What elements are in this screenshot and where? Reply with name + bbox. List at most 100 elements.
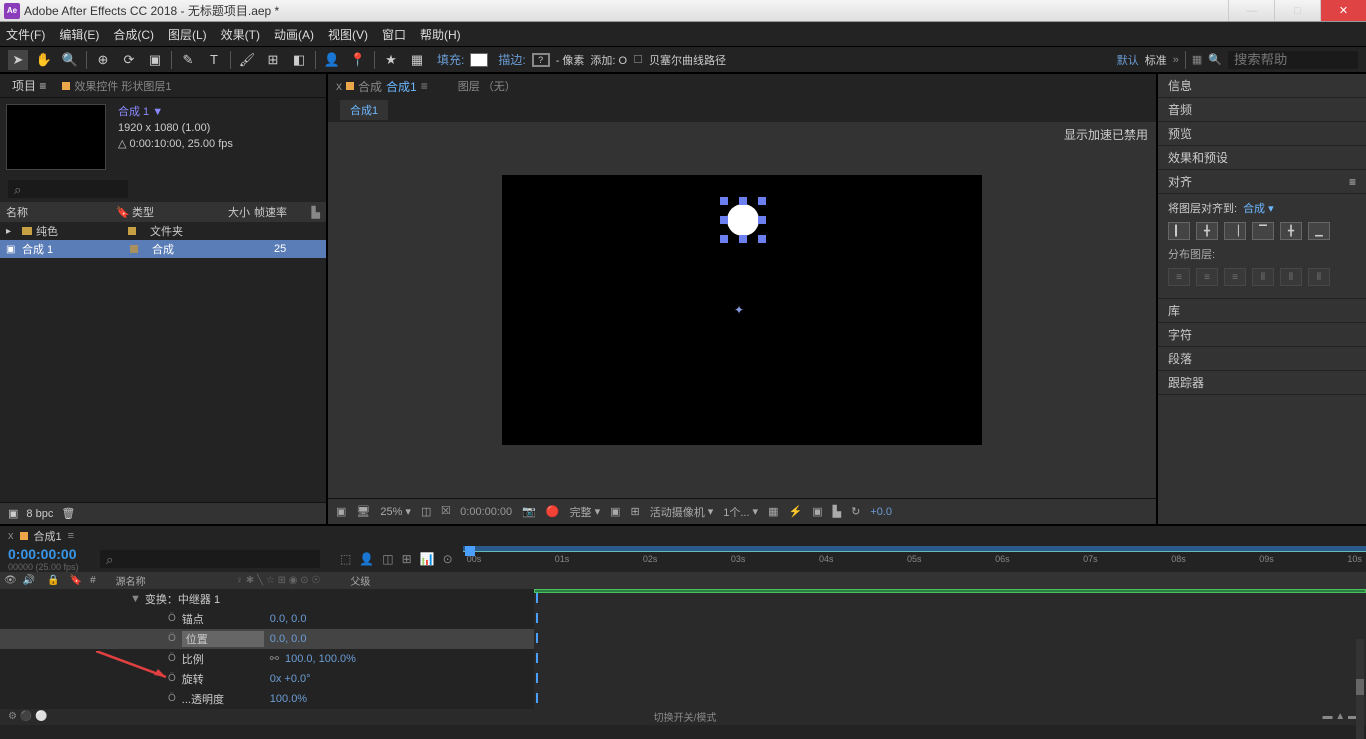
- zoom-level[interactable]: 25% ▾: [380, 505, 411, 518]
- align-hcenter[interactable]: ╋: [1196, 222, 1218, 240]
- tag-icon[interactable]: 🔖: [70, 575, 82, 586]
- layer-tab[interactable]: 图层 （无）: [458, 78, 516, 94]
- reset-icon[interactable]: ↻: [851, 505, 860, 518]
- clone-tool[interactable]: ⊞: [263, 50, 283, 70]
- align-top[interactable]: ▔: [1252, 222, 1274, 240]
- hand-tool[interactable]: ✋: [34, 50, 54, 70]
- grid-icon[interactable]: ▦: [407, 50, 427, 70]
- exposure[interactable]: +0.0: [870, 506, 892, 518]
- star-tool[interactable]: ★: [381, 50, 401, 70]
- close-tab-icon[interactable]: x: [8, 530, 14, 542]
- minimize-button[interactable]: —: [1228, 0, 1274, 21]
- motion-blur-icon[interactable]: ⊞: [402, 552, 412, 566]
- help-search[interactable]: [1228, 51, 1358, 69]
- shy-icon[interactable]: 👤: [359, 552, 374, 566]
- close-button[interactable]: ✕: [1320, 0, 1366, 21]
- playhead[interactable]: [465, 546, 475, 556]
- stopwatch-icon[interactable]: Ö: [168, 673, 176, 684]
- tab-effects[interactable]: 效果控件 形状图层1: [62, 78, 171, 94]
- fast-icon[interactable]: ⚡: [788, 505, 802, 518]
- eye-icon[interactable]: 👁: [4, 575, 17, 586]
- anchor-icon[interactable]: ✦: [734, 303, 744, 317]
- camera-tool[interactable]: ▣: [145, 50, 165, 70]
- crumb-item[interactable]: 合成1: [340, 100, 388, 120]
- puppet-tool[interactable]: 📍: [348, 50, 368, 70]
- orbit-tool[interactable]: ⊕: [93, 50, 113, 70]
- comp-tab[interactable]: x 合成 合成1 ≡: [336, 78, 428, 95]
- view-layout-icon[interactable]: ▣: [336, 505, 346, 518]
- timeline-layers[interactable]: ▼ 变换：中继器 1 Ö 锚点 0.0, 0.0 Ö 位置 0.0, 0.0 Ö…: [0, 589, 534, 709]
- panel-preview[interactable]: 预览: [1158, 122, 1366, 146]
- stopwatch-icon[interactable]: Ö: [168, 613, 176, 624]
- views-dropdown[interactable]: 1个... ▾: [723, 504, 758, 520]
- menu-edit[interactable]: 编辑(E): [59, 26, 99, 43]
- resolution-dropdown[interactable]: 完整 ▾: [570, 504, 601, 520]
- stroke-color[interactable]: ?: [532, 53, 550, 67]
- panel-character[interactable]: 字符: [1158, 323, 1366, 347]
- add-label[interactable]: 添加: O: [590, 52, 627, 68]
- prop-rotation[interactable]: Ö 旋转 0x +0.0°: [0, 669, 534, 689]
- collapse-icon[interactable]: ⊙: [443, 552, 453, 566]
- workspace-standard[interactable]: 标准: [1145, 52, 1167, 68]
- col-parent[interactable]: 父级: [350, 573, 370, 588]
- zoom-out-icon[interactable]: ▬ ▲ ▬: [1323, 711, 1358, 722]
- pixel-icon[interactable]: ▦: [768, 505, 778, 518]
- menu-layer[interactable]: 图层(L): [168, 26, 207, 43]
- col-source[interactable]: 源名称: [116, 573, 146, 588]
- panel-info[interactable]: 信息: [1158, 74, 1366, 98]
- hier-icon[interactable]: ▙: [833, 505, 841, 518]
- comp-viewer[interactable]: 显示加速已禁用 ✦: [328, 122, 1156, 498]
- zoom-slider[interactable]: [1356, 639, 1364, 739]
- lock-icon[interactable]: 🔒: [47, 575, 59, 586]
- brush-tool[interactable]: 🖌: [237, 50, 257, 70]
- monitor-icon[interactable]: 🖥: [356, 505, 370, 518]
- comp-name[interactable]: 合成 1 ▼: [118, 104, 233, 120]
- align-to-dropdown[interactable]: 合成 ▾: [1243, 200, 1274, 216]
- prop-scale[interactable]: Ö 比例 ⚯ 100.0, 100.0%: [0, 649, 534, 669]
- timeline-tab[interactable]: 合成1: [34, 528, 62, 544]
- maximize-button[interactable]: □: [1274, 0, 1320, 21]
- menu-effect[interactable]: 效果(T): [221, 26, 260, 43]
- 3d-icon[interactable]: ▣: [812, 505, 822, 518]
- menu-comp[interactable]: 合成(C): [113, 26, 154, 43]
- fill-color[interactable]: [470, 53, 488, 67]
- layer-search[interactable]: [100, 550, 320, 568]
- bpc-button[interactable]: 8 bpc: [26, 508, 53, 520]
- project-search[interactable]: [8, 180, 128, 198]
- col-tag[interactable]: 🔖: [116, 206, 132, 219]
- frame-blend-icon[interactable]: ◫: [382, 552, 393, 566]
- prop-anchor[interactable]: Ö 锚点 0.0, 0.0: [0, 609, 534, 629]
- menu-window[interactable]: 窗口: [382, 26, 406, 43]
- selected-shape[interactable]: [722, 199, 764, 241]
- pen-tool[interactable]: ✎: [178, 50, 198, 70]
- canvas[interactable]: ✦: [502, 175, 982, 445]
- viewer-timecode[interactable]: 0:00:00:00: [460, 506, 512, 518]
- rotate-tool[interactable]: ⟳: [119, 50, 139, 70]
- menu-help[interactable]: 帮助(H): [420, 26, 461, 43]
- selection-tool[interactable]: ➤: [8, 50, 28, 70]
- align-vcenter[interactable]: ╋: [1280, 222, 1302, 240]
- frame-icon[interactable]: ◫: [421, 505, 431, 518]
- prop-position[interactable]: Ö 位置 0.0, 0.0: [0, 629, 534, 649]
- layer-row[interactable]: ▼ 变换：中继器 1: [0, 589, 534, 609]
- grid-icon[interactable]: ⊞: [631, 505, 640, 518]
- menu-view[interactable]: 视图(V): [328, 26, 368, 43]
- project-list[interactable]: ▸ 纯色 文件夹 ▣ 合成 1 合成 25: [0, 222, 326, 502]
- panel-tracker[interactable]: 跟踪器: [1158, 371, 1366, 395]
- timeline-time[interactable]: 0:00:00:00 00000 (25.00 fps): [0, 546, 100, 572]
- panel-audio[interactable]: 音频: [1158, 98, 1366, 122]
- menu-file[interactable]: 文件(F): [6, 26, 45, 43]
- align-bottom[interactable]: ▁: [1308, 222, 1330, 240]
- toggle-switches[interactable]: 切换开关/模式: [654, 709, 717, 724]
- num-icon[interactable]: #: [90, 575, 96, 586]
- col-type[interactable]: 类型: [132, 204, 200, 220]
- bezier-checkbox[interactable]: 贝塞尔曲线路径: [649, 52, 726, 68]
- trash-icon[interactable]: 🗑: [61, 507, 75, 520]
- zoom-tool[interactable]: 🔍: [60, 50, 80, 70]
- panel-paragraph[interactable]: 段落: [1158, 347, 1366, 371]
- col-name[interactable]: 名称: [6, 204, 116, 220]
- camera-dropdown[interactable]: 活动摄像机 ▾: [650, 504, 714, 520]
- flowchart-icon[interactable]: ▙: [312, 206, 320, 219]
- menu-animation[interactable]: 动画(A): [274, 26, 314, 43]
- channel-icon[interactable]: 🔴: [546, 505, 560, 518]
